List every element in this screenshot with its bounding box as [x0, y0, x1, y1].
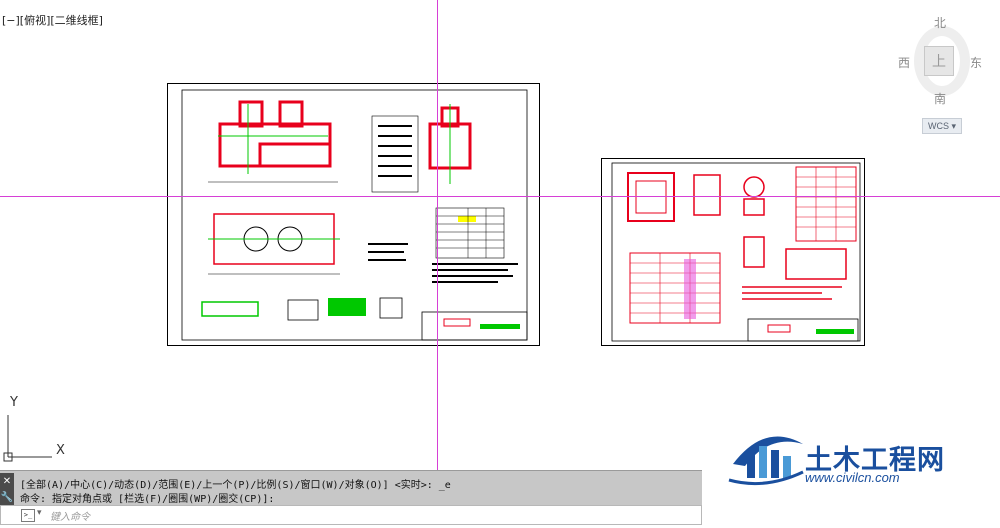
close-icon[interactable]: ✕: [3, 476, 11, 487]
model-space-viewport[interactable]: [−][俯视][二维线框] 北 西 东 南 上 WCS ▾ Y X: [0, 0, 1000, 470]
command-history-line-2: 命令: 指定对角点或 [栏选(F)/圈围(WP)/圈交(CP)]:: [20, 494, 275, 505]
viewcube[interactable]: 北 西 东 南 上: [898, 14, 988, 134]
compass-south-label[interactable]: 南: [934, 90, 946, 107]
command-history-line-1: [全部(A)/中心(C)/动态(D)/范围(E)/上一个(P)/比例(S)/窗口…: [20, 480, 451, 491]
command-line-handle[interactable]: ✕ 🔧: [0, 473, 14, 505]
sheet-right-drawing: [611, 162, 861, 342]
sheet-left-drawing: [181, 89, 528, 341]
viewport-controls-label[interactable]: [−][俯视][二维线框]: [2, 12, 103, 28]
compass-west-label[interactable]: 西: [898, 54, 910, 71]
drawing-sheet-left[interactable]: [167, 83, 540, 346]
compass-north-label[interactable]: 北: [934, 14, 946, 31]
command-input-placeholder[interactable]: 键入命令: [50, 508, 90, 523]
command-input[interactable]: >_ ▾ 键入命令: [0, 505, 702, 525]
viewcube-top-face[interactable]: 上: [924, 46, 954, 76]
chevron-down-icon[interactable]: ▾: [37, 508, 42, 518]
drawing-sheet-right[interactable]: [601, 158, 865, 346]
ucs-x-label: X: [56, 443, 65, 458]
command-history: ✕ 🔧 [全部(A)/中心(C)/动态(D)/范围(E)/上一个(P)/比例(S…: [0, 470, 702, 505]
crosshair-vertical: [437, 0, 438, 470]
site-watermark: 土木工程网 www.civilcn.com: [725, 420, 995, 490]
crosshair-horizontal: [0, 196, 1000, 197]
wrench-icon[interactable]: 🔧: [1, 492, 13, 503]
wcs-menu-button[interactable]: WCS ▾: [922, 118, 962, 134]
compass-east-label[interactable]: 东: [970, 54, 982, 71]
watermark-logo: [728, 436, 804, 486]
ucs-y-label: Y: [10, 395, 18, 410]
command-prompt-icon[interactable]: >_: [21, 509, 35, 522]
ucs-icon: Y X: [0, 395, 80, 465]
watermark-url: www.civilcn.com: [805, 470, 900, 485]
